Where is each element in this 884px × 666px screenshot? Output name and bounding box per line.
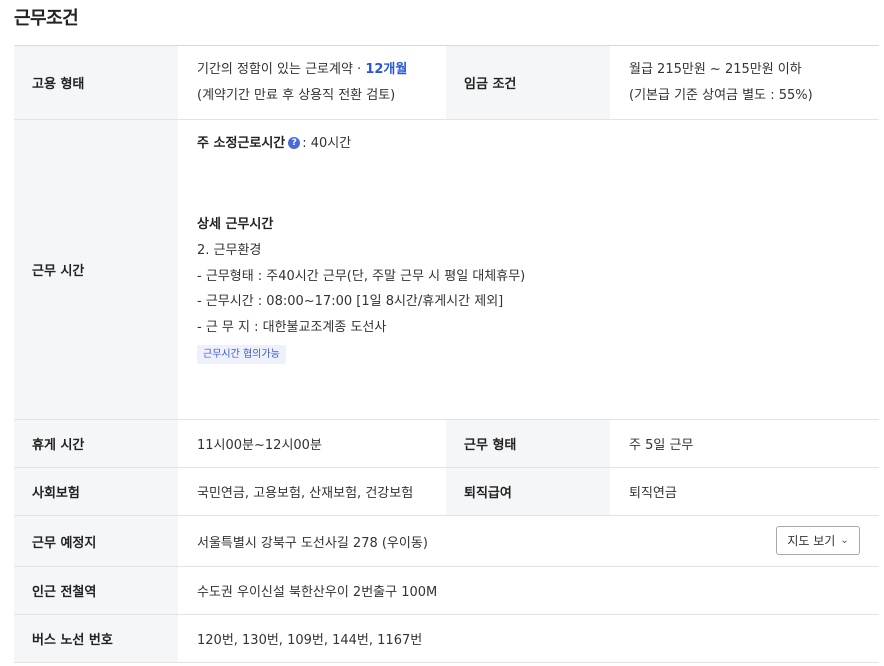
weekly-hours-label: 주 소정근로시간: [197, 136, 286, 151]
detail-line: 2. 근무환경: [197, 243, 262, 258]
subway-value: 수도권 우이신설 북한산우이 2번출구 100M: [197, 585, 438, 600]
detail-line: - 근무형태 : 주40시간 근무(단, 주말 근무 시 평일 대체휴무): [197, 268, 526, 284]
employment-type-line1: 기간의 정함이 있는 근로계약 · 12개월: [197, 57, 407, 83]
row-location: 근무 예정지 서울특별시 강북구 도선사길 278 (우이동) 지도 보기 ⌄: [14, 516, 879, 567]
weekly-hours: 주 소정근로시간?: 40시간: [197, 134, 351, 154]
employment-type-value: 기간의 정함이 있는 근로계약 · 12개월 (계약기간 만료 후 상용직 전환…: [178, 46, 446, 119]
work-hours-label: 근무 시간: [14, 120, 178, 419]
row-subway: 인근 전철역 수도권 우이신설 북한산우이 2번출구 100M: [14, 567, 879, 615]
weekly-hours-value: : 40시간: [302, 136, 352, 151]
wage-line1: 월급 215만원 ~ 215만원 이하: [629, 61, 802, 77]
question-icon[interactable]: ?: [288, 137, 301, 149]
view-map-button[interactable]: 지도 보기 ⌄: [776, 526, 860, 555]
work-type-label: 근무 형태: [446, 420, 610, 467]
row-employment-wage: 고용 형태 기간의 정함이 있는 근로계약 · 12개월 (계약기간 만료 후 …: [14, 46, 879, 120]
section-title: 근무조건: [14, 8, 79, 29]
detail-line: - 근무시간 : 08:00~17:00 [1일 8시간/휴게시간 제외]: [197, 294, 504, 309]
employment-type-text: 기간의 정함이 있는 근로계약 ·: [197, 61, 366, 77]
row-insurance-severance: 사회보험 국민연금, 고용보험, 산재보험, 건강보험 퇴직급여 퇴직연금: [14, 468, 879, 516]
wage-line2: (기본급 기준 상여금 별도 : 55%): [629, 87, 813, 103]
detail-hours-title: 상세 근무시간: [197, 217, 274, 232]
detail-line: - 근 무 지 : 대한불교조계종 도선사: [197, 319, 387, 335]
row-work-hours: 근무 시간 주 소정근로시간?: 40시간 상세 근무시간 2. 근무환경 - …: [14, 120, 879, 420]
employment-type-label: 고용 형태: [14, 46, 178, 119]
bus-label: 버스 노선 번호: [14, 615, 178, 662]
bus-value: 120번, 130번, 109번, 144번, 1167번: [197, 633, 423, 648]
insurance-value: 국민연금, 고용보험, 산재보험, 건강보험: [197, 486, 414, 501]
row-break-worktype: 휴게 시간 11시00분~12시00분 근무 형태 주 5일 근무: [14, 420, 879, 468]
location-label: 근무 예정지: [14, 516, 178, 566]
break-time-label: 휴게 시간: [14, 420, 178, 467]
employment-type-line2: (계약기간 만료 후 상용직 전환 검토): [197, 87, 396, 103]
row-bus: 버스 노선 번호 120번, 130번, 109번, 144번, 1167번: [14, 615, 879, 663]
insurance-label: 사회보험: [14, 468, 178, 515]
work-hours-value: 주 소정근로시간?: 40시간 상세 근무시간 2. 근무환경 - 근무형태 :…: [178, 120, 879, 419]
severance-label: 퇴직급여: [446, 468, 610, 515]
location-value: 서울특별시 강북구 도선사길 278 (우이동): [197, 535, 428, 551]
work-type-value: 주 5일 근무: [629, 438, 694, 453]
negotiable-hours-tag: 근무시간 협의가능: [197, 345, 286, 364]
wage-label: 임금 조건: [446, 46, 610, 119]
wage-value: 월급 215만원 ~ 215만원 이하 (기본급 기준 상여금 별도 : 55%…: [610, 46, 879, 119]
work-conditions-table: 고용 형태 기간의 정함이 있는 근로계약 · 12개월 (계약기간 만료 후 …: [14, 45, 879, 663]
break-time-value: 11시00분~12시00분: [197, 438, 322, 453]
subway-label: 인근 전철역: [14, 567, 178, 614]
view-map-label: 지도 보기: [787, 534, 836, 548]
contract-duration: 12개월: [365, 61, 408, 77]
severance-value: 퇴직연금: [629, 486, 677, 501]
chevron-down-icon: ⌄: [840, 535, 849, 546]
